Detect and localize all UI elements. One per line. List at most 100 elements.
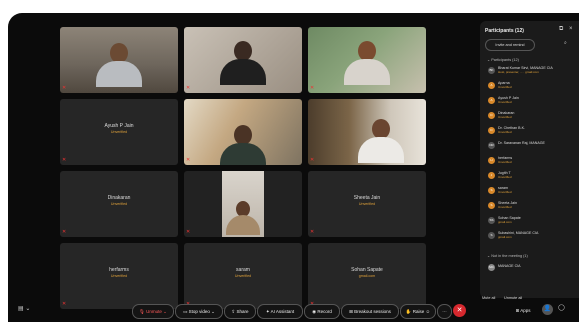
record-button[interactable]: ◉ Record [304,304,340,319]
meeting-window: ✕ ✕ ✕ Ayush P Jain Unverified ✕ ✕ ✕ Dina… [8,13,579,322]
close-icon[interactable]: × [569,26,573,32]
participant-row[interactable]: BK Bharat Kumar Sirvi, MANAGE CIA Host, pr… [488,66,576,76]
avatar: S [488,202,495,209]
avatar: J [488,172,495,179]
participant-row[interactable]: A Aparna Unverified [488,81,576,91]
mic-muted-icon: ✕ [62,229,67,235]
avatar-tile[interactable]: Dinakaran Unverified ✕ [60,171,178,237]
avatar: SS [488,217,495,224]
participants-panel: Participants (12) ⧉ × Invite and remind … [480,21,579,298]
share-label: Share [236,309,249,314]
participant-status: Unverified [498,205,512,209]
invite-label: Invite and remind [495,43,525,47]
participant-name: MANAGE CIA [498,264,521,268]
participant-row[interactable]: Hherfarms Unverified [488,156,576,166]
ai-assistant-label: AI Assistant [270,309,295,314]
video-tile[interactable]: ✕ [308,27,426,93]
mic-muted-icon: ✕ [186,229,191,235]
tile-status: gmail.com [358,274,376,278]
chat-icon[interactable]: ▤ ⌄ [18,305,30,312]
section-label: Participants (12) [491,58,519,62]
popout-icon[interactable]: ⧉ [559,26,563,33]
meeting-toolbar: ▤ ⌄ 🎙 Unmute ⌄ ▭ Stop video ⌄ ⇪ Share ✦ … [8,300,579,322]
section-label: Not in the meeting (1) [491,254,528,258]
share-button[interactable]: ⇪ Share [224,304,256,319]
tile-name: Dinakaran [107,195,131,201]
participant-status: Host, presenter, ... · gmail.com [498,70,539,74]
tile-status: Unverified [358,202,376,206]
avatar: MC [488,264,495,271]
search-icon[interactable]: ⌕ [564,40,567,46]
participant-status: gmail.com [498,220,512,224]
avatar: DR [488,142,495,149]
invite-button[interactable]: Invite and remind [485,39,535,51]
mic-muted-icon: ✕ [62,157,67,163]
chat-bubble-icon[interactable]: ◯ [558,304,565,311]
breakout-label: Breakout sessions [354,309,391,314]
video-tile[interactable]: ✕ [308,99,426,165]
avatar-tile[interactable]: Ayush P Jain Unverified ✕ [60,99,178,165]
participant-row[interactable]: DR Dr. Saravanan Raj, MANAGE [488,141,576,151]
avatar-tile[interactable]: Sheeta Jain Unverified ✕ [308,171,426,237]
raise-button[interactable]: ✋ Raise ☺ [400,304,436,319]
tile-status: Unverified [110,130,128,134]
breakout-button[interactable]: ⊞ Breakout sessions [341,304,399,319]
avatar: H [488,157,495,164]
apps-label: Apps [520,308,531,313]
participant-row[interactable]: Ssaram Unverified [488,186,576,196]
tile-status: Unverified [234,274,252,278]
participant-row[interactable]: S Subashini, MANAGE CIA gmail.com [488,231,576,241]
avatar: D [488,112,495,119]
stop-video-button[interactable]: ▭ Stop video ⌄ [175,304,223,319]
video-grid: ✕ ✕ ✕ Ayush P Jain Unverified ✕ ✕ ✕ Dina… [60,27,428,313]
mic-muted-icon: ✕ [62,85,67,91]
participant-status: Unverified [498,100,512,104]
participant-row[interactable]: MC MANAGE CIA [488,263,576,273]
avatar: BK [488,67,495,74]
unmute-button[interactable]: 🎙 Unmute ⌄ [132,304,174,319]
avatar: A [488,82,495,89]
participant-row[interactable]: D Dinakaran Unverified [488,111,576,121]
section-in-meeting[interactable]: ⌄ Participants (12) [487,57,519,62]
apps-button[interactable]: ⊞ Apps [509,304,537,317]
participant-status: Unverified [498,175,512,179]
participant-row[interactable]: J Jugith T Unverified [488,171,576,181]
more-button[interactable]: ··· [437,304,452,319]
tile-name: Ayush P Jain [104,123,134,129]
tile-name: Sheeta Jain [353,195,381,201]
section-not-in-meeting[interactable]: ⌄ Not in the meeting (1) [487,253,528,258]
participant-row[interactable]: D Dr. Chethan B.K. Unverified [488,126,576,136]
tile-status: Unverified [110,274,128,278]
participant-status: Unverified [498,190,512,194]
mic-muted-icon: ✕ [186,85,191,91]
video-tile[interactable]: ✕ [60,27,178,93]
avatar: S [488,187,495,194]
end-call-button[interactable]: ✕ [453,304,466,317]
raise-label: Raise [412,309,425,314]
video-tile[interactable]: ✕ [184,27,302,93]
mic-muted-icon: ✕ [186,157,191,163]
avatar: D [488,127,495,134]
ai-assistant-button[interactable]: ✦ AI Assistant [257,304,303,319]
tile-name: Sohan Sapate [351,267,383,273]
tile-name: herfarms [109,267,129,273]
participant-status: Unverified [498,130,512,134]
tile-status: Unverified [110,202,128,206]
record-label: Record [317,309,332,314]
video-tile[interactable]: ✕ [184,171,302,237]
participant-row[interactable]: A Ayush P Jain Unverified [488,96,576,106]
panel-title: Participants (12) [485,28,524,34]
participant-status: gmail.com [498,235,512,239]
mic-muted-icon: ✕ [310,157,315,163]
participant-name: Dr. Saravanan Raj, MANAGE [498,141,545,145]
avatar: S [488,232,495,239]
participant-status: Unverified [498,115,512,119]
mic-muted-icon: ✕ [310,229,315,235]
video-tile[interactable]: ✕ [184,99,302,165]
participants-icon[interactable]: 👤 [542,304,553,315]
tile-name: saram [236,267,250,273]
participant-row[interactable]: S Sheeta Jain Unverified [488,201,576,211]
participant-row[interactable]: SS Sohan Sapate gmail.com [488,216,576,226]
avatar: A [488,97,495,104]
participant-status: Unverified [498,85,512,89]
